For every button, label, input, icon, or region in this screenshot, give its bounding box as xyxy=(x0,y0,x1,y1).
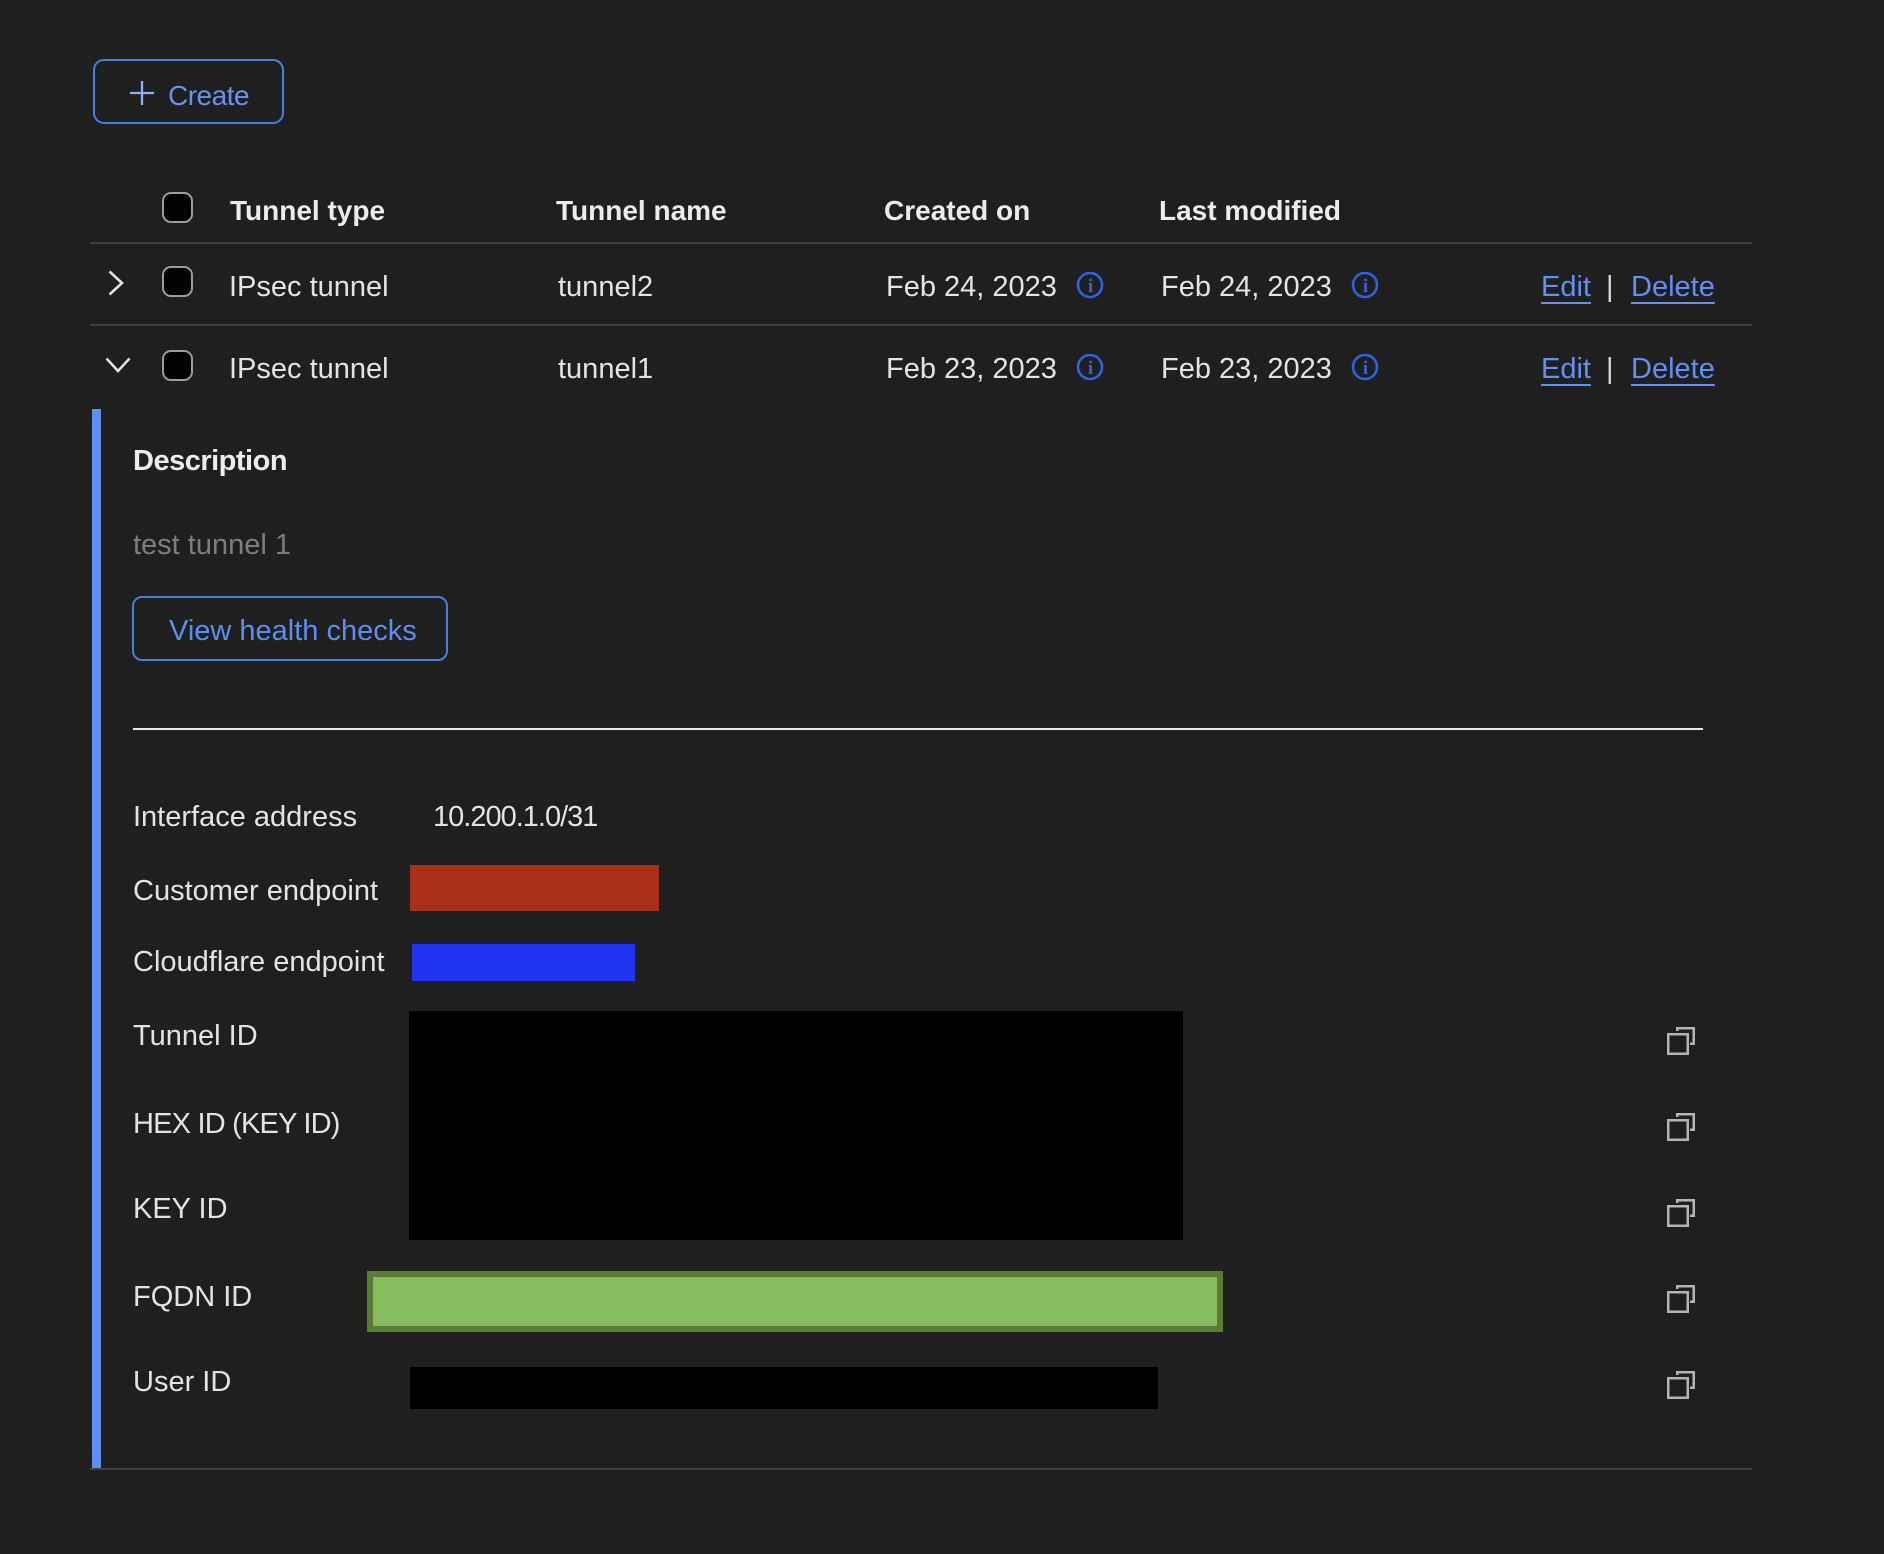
svg-text:i: i xyxy=(1088,276,1093,297)
svg-text:i: i xyxy=(1363,276,1368,297)
svg-text:i: i xyxy=(1363,358,1368,379)
svg-text:i: i xyxy=(1088,358,1093,379)
